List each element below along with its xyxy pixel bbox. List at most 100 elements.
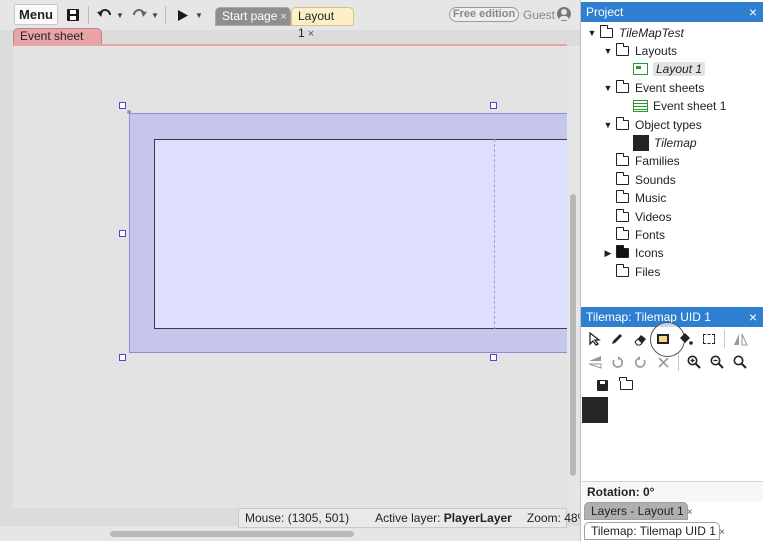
folder-icon (615, 245, 629, 258)
play-icon[interactable] (176, 5, 190, 25)
horizontal-scroll-thumb[interactable] (110, 531, 354, 537)
undo-icon[interactable] (96, 5, 112, 25)
tree-item-label: Videos (635, 210, 672, 224)
tilemap-icon (633, 135, 649, 151)
folder-icon (615, 227, 629, 240)
resize-handle-top[interactable] (490, 102, 497, 109)
zoom-out-icon[interactable] (707, 352, 727, 372)
resize-handle-top-left[interactable] (119, 102, 126, 109)
user-icon[interactable] (557, 7, 571, 21)
rotate-ccw-icon[interactable] (607, 352, 627, 372)
tab-event-sheet-1[interactable]: Event sheet 1× (13, 28, 102, 58)
tree-item-label: Fonts (635, 228, 666, 242)
redo-icon[interactable] (131, 5, 147, 25)
expand-caret-icon[interactable]: ▼ (603, 120, 613, 130)
free-edition-badge[interactable]: Free edition (449, 7, 519, 22)
tree-item-label: Layout 1 (653, 62, 706, 76)
tree-item-families[interactable]: Families (615, 152, 680, 170)
close-icon[interactable]: × (749, 2, 757, 22)
rectangle-tool-icon[interactable] (653, 329, 673, 349)
tab-label: Tilemap: Tilemap UID 1 (591, 524, 716, 538)
fill-tool-icon[interactable] (676, 329, 696, 349)
project-panel-header: Project × (581, 2, 763, 22)
resize-handle-left[interactable] (119, 230, 126, 237)
close-icon[interactable]: × (280, 11, 286, 23)
tree-item-label: Event sheets (635, 81, 705, 95)
rectangle-icon (657, 334, 669, 344)
guest-label[interactable]: Guest (523, 8, 555, 22)
zoom-label: Zoom: (526, 511, 561, 525)
tree-item-label: Icons (635, 246, 664, 260)
panel-title: Tilemap: Tilemap UID 1 (586, 310, 711, 324)
mirror-vertical-icon[interactable] (585, 352, 605, 372)
tree-item-sounds[interactable]: Sounds (615, 171, 676, 189)
tile-swatch[interactable] (582, 397, 608, 423)
toolbar-separator (88, 6, 89, 24)
tilemap-object[interactable] (154, 139, 567, 329)
zoom-reset-icon[interactable] (730, 352, 750, 372)
close-icon[interactable]: × (687, 507, 693, 518)
toolbar-separator (724, 330, 725, 348)
expand-caret-icon[interactable]: ▼ (603, 83, 613, 93)
tree-item-object-types[interactable]: ▼ Object types (603, 116, 702, 134)
panel-title: Project (586, 5, 624, 19)
tree-item-music[interactable]: Music (615, 189, 667, 207)
tab-tilemap[interactable]: Tilemap: Tilemap UID 1 × (584, 522, 725, 540)
folder-icon (599, 25, 613, 38)
select-tool-icon[interactable] (699, 329, 719, 349)
tree-item-icons[interactable]: ▶ Icons (603, 244, 664, 262)
tab-layers[interactable]: Layers - Layout 1 × (584, 502, 693, 520)
vertical-scrollbar[interactable] (567, 46, 580, 520)
tree-item-label: Sounds (635, 173, 676, 187)
tab-layout-1[interactable]: Layout 1 × (291, 7, 354, 40)
reset-transform-icon[interactable] (653, 352, 673, 372)
folder-icon (615, 190, 629, 203)
tree-item-label: Tilemap (654, 136, 697, 150)
undo-dropdown-icon[interactable]: ▼ (116, 5, 124, 25)
expand-caret-icon[interactable]: ▼ (587, 28, 597, 38)
folder-icon (619, 377, 633, 390)
tree-item-videos[interactable]: Videos (615, 208, 672, 226)
tab-start-page[interactable]: Start page × (215, 7, 291, 26)
folder-icon (615, 172, 629, 185)
status-bar: Mouse: (1305, 501) Active layer: PlayerL… (238, 508, 588, 528)
menu-button[interactable]: Menu (14, 4, 58, 25)
active-layer: Active layer: PlayerLayer (375, 511, 512, 525)
tab-label: Start page (222, 9, 278, 23)
save-tiles-icon[interactable] (592, 375, 612, 395)
mirror-horizontal-icon[interactable] (730, 329, 750, 349)
resize-handle-bottom-left[interactable] (119, 354, 126, 361)
resize-handle-bottom[interactable] (490, 354, 497, 361)
tree-item-tilemap[interactable]: Tilemap (633, 134, 697, 152)
tree-item-label: Music (635, 191, 667, 205)
pencil-tool-icon[interactable] (607, 329, 627, 349)
tree-item-label: Files (635, 265, 661, 279)
open-folder-icon[interactable] (616, 375, 636, 395)
vertical-scroll-thumb[interactable] (570, 194, 576, 476)
tree-item-event-sheets[interactable]: ▼ Event sheets (603, 79, 704, 97)
tree-item-fonts[interactable]: Fonts (615, 226, 666, 244)
pointer-tool-icon[interactable] (585, 329, 605, 349)
tree-item-event-sheet-1[interactable]: Event sheet 1 (633, 97, 726, 115)
expand-caret-icon[interactable]: ▶ (603, 248, 613, 259)
mouse-value: (1305, 501) (287, 511, 350, 525)
rotate-cw-icon[interactable] (630, 352, 650, 372)
eraser-tool-icon[interactable] (630, 329, 650, 349)
tree-item-label: Object types (635, 118, 702, 132)
play-dropdown-icon[interactable]: ▼ (195, 5, 203, 25)
folder-icon (615, 117, 629, 130)
tree-item-root[interactable]: ▼ TileMapTest (587, 24, 684, 42)
right-panel: Project × ▼ TileMapTest ▼ Layouts Layout… (580, 0, 763, 541)
close-icon[interactable]: × (749, 307, 757, 327)
layout-canvas[interactable] (13, 46, 567, 508)
redo-dropdown-icon[interactable]: ▼ (151, 5, 159, 25)
tree-item-layout-1[interactable]: Layout 1 (633, 60, 706, 78)
tree-item-layouts[interactable]: ▼ Layouts (603, 42, 677, 60)
tree-item-files[interactable]: Files (615, 263, 661, 281)
active-layer-value: PlayerLayer (443, 511, 512, 525)
zoom-in-icon[interactable] (684, 352, 704, 372)
expand-caret-icon[interactable]: ▼ (603, 46, 613, 56)
close-icon[interactable]: × (719, 527, 725, 538)
tab-label: Layers - Layout 1 (591, 504, 684, 518)
save-icon[interactable] (64, 5, 82, 25)
